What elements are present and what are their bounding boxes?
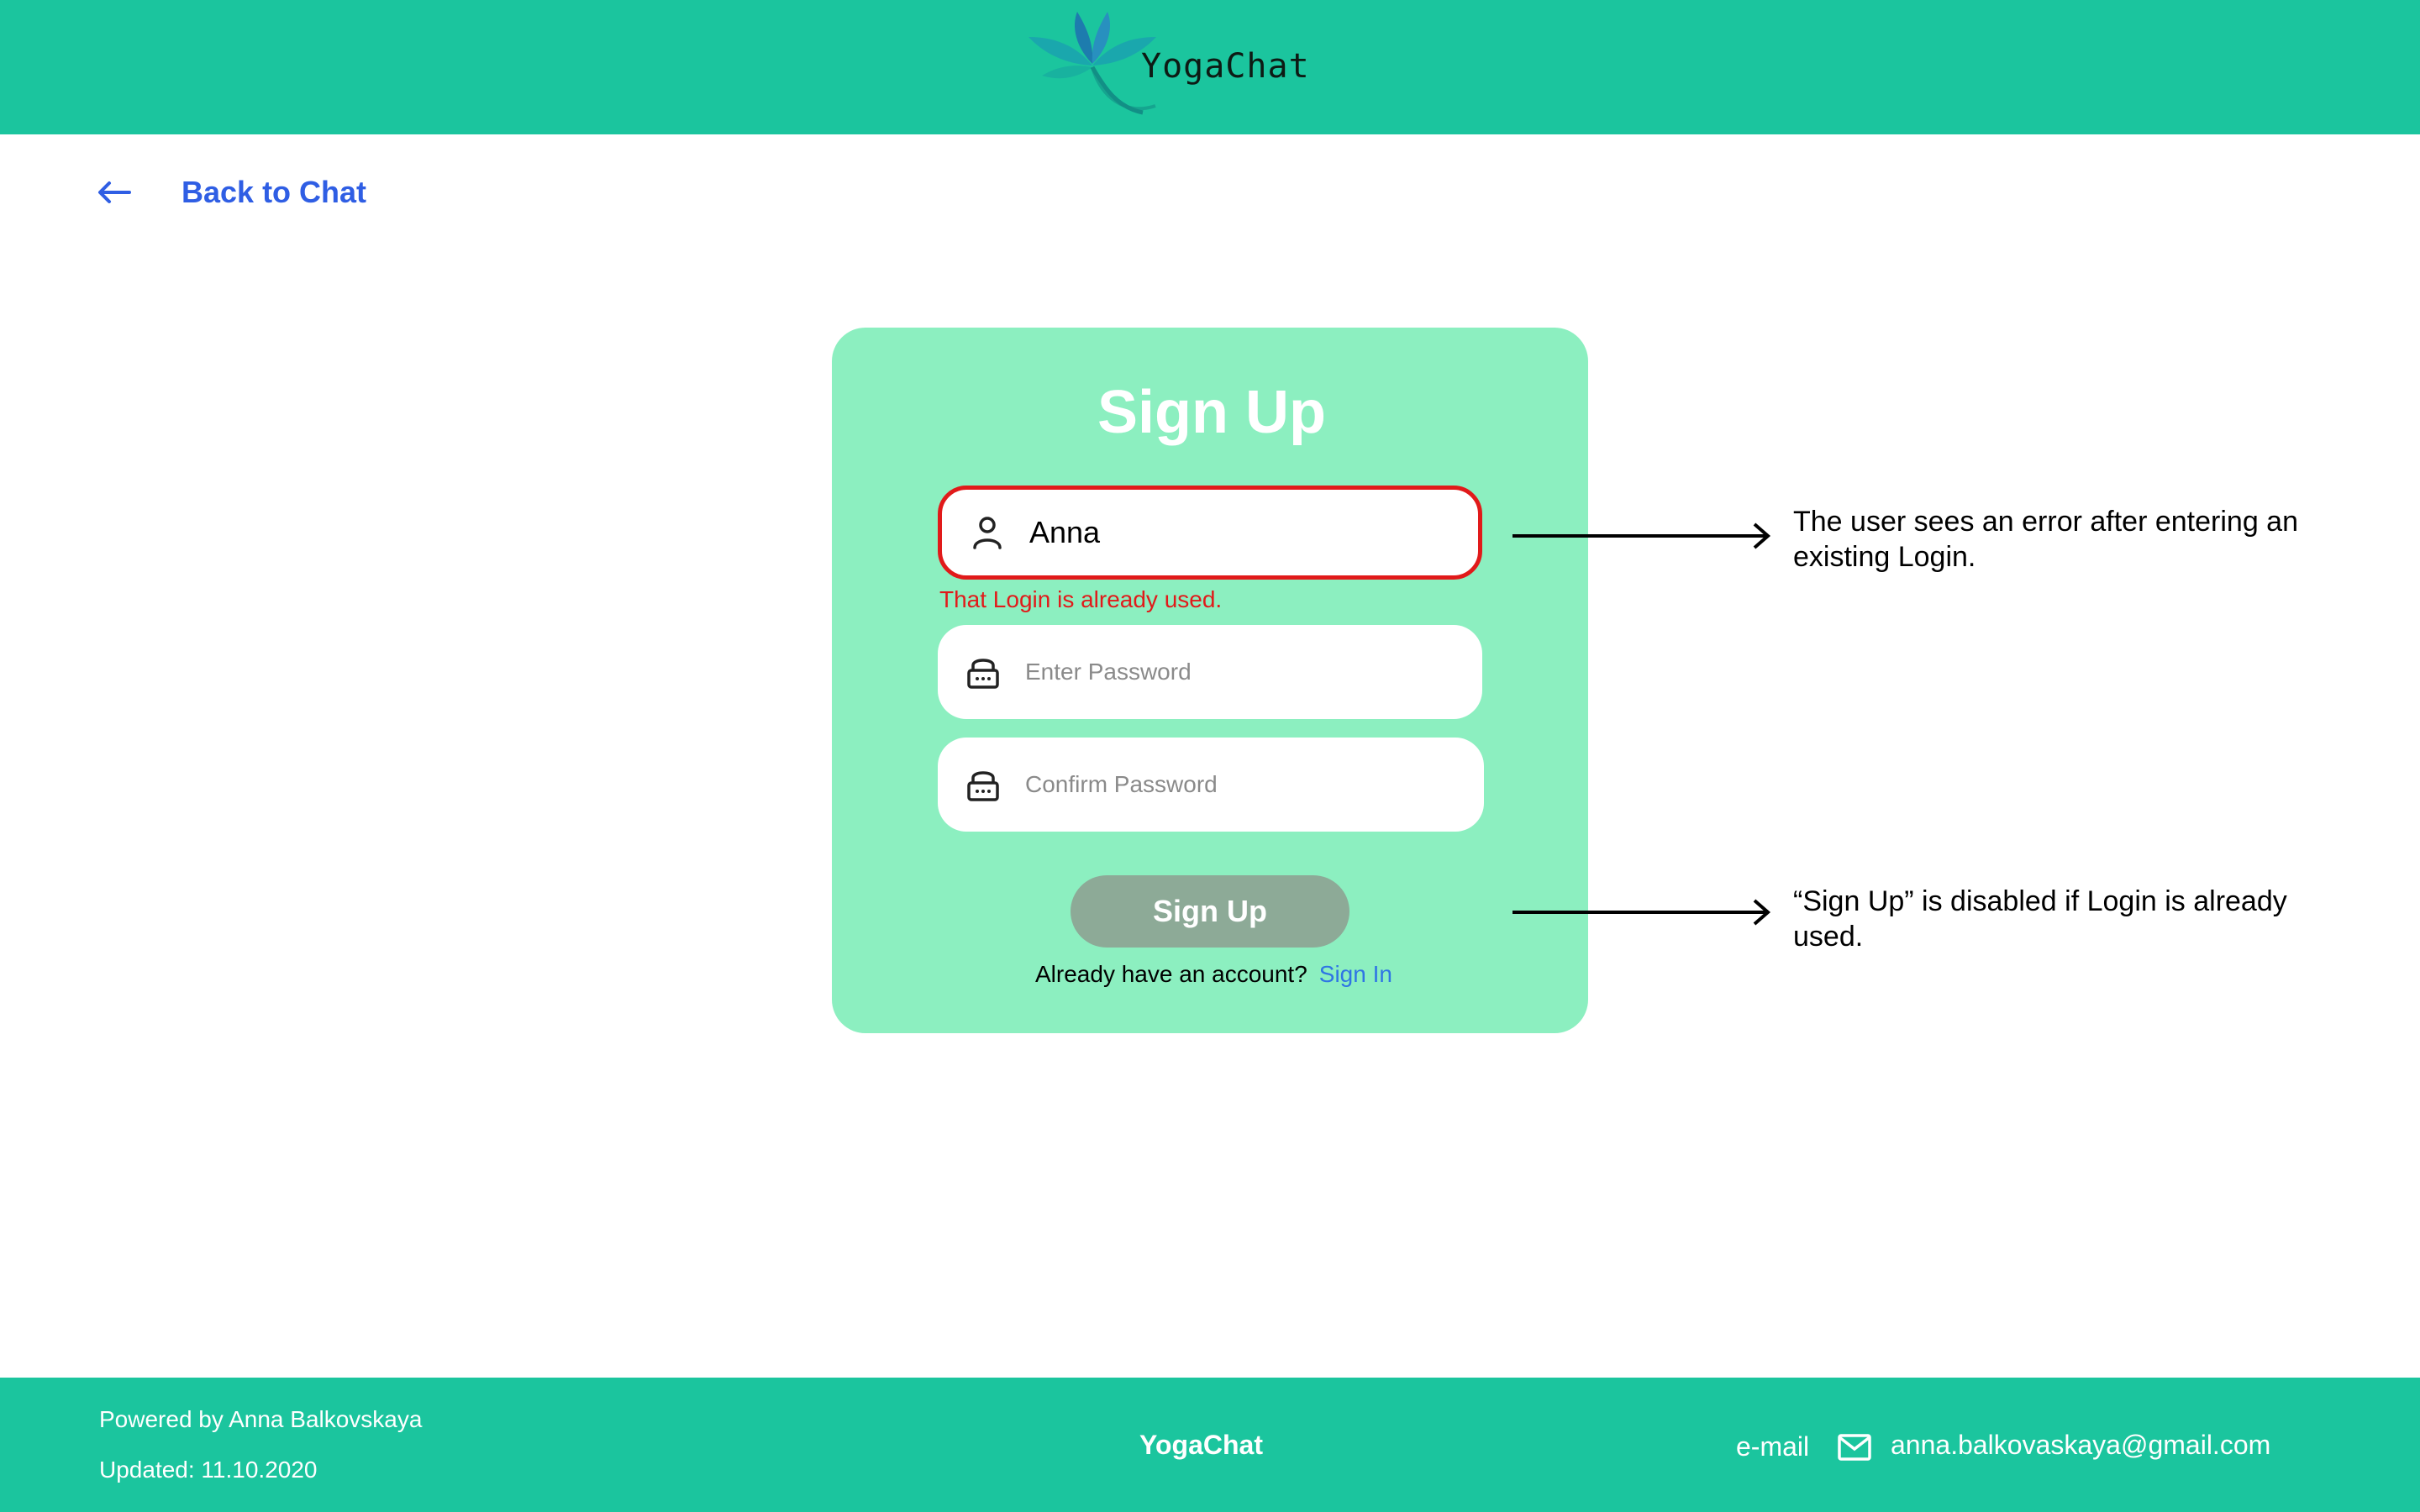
brand-name: YogaChat bbox=[1141, 47, 1310, 86]
arrow-left-icon bbox=[98, 181, 131, 203]
lock-icon bbox=[967, 771, 999, 801]
top-header: YogaChat bbox=[0, 0, 2420, 134]
login-error-message: That Login is already used. bbox=[939, 586, 1223, 612]
annotation-arrow-1 bbox=[1512, 522, 1771, 549]
confirm-password-placeholder: Confirm Password bbox=[1025, 771, 1218, 797]
back-to-chat-link[interactable]: Back to Chat bbox=[97, 175, 366, 210]
page-footer: Powered by Anna Balkovskaya Updated: 11.… bbox=[0, 1378, 2420, 1512]
footer-email-address[interactable]: anna.balkovaskaya@gmail.com bbox=[1891, 1430, 2270, 1461]
password-placeholder: Enter Password bbox=[1025, 659, 1192, 685]
confirm-password-field[interactable]: Confirm Password bbox=[938, 738, 1484, 832]
lock-icon bbox=[967, 659, 999, 689]
login-value: Anna bbox=[1029, 515, 1101, 549]
already-account-text: Already have an account? Sign In bbox=[1035, 961, 1392, 988]
mail-icon bbox=[1838, 1434, 1871, 1461]
login-field[interactable]: Anna bbox=[938, 486, 1482, 580]
annotation-text-2: “Sign Up” is disabled if Login is alread… bbox=[1793, 885, 2287, 953]
user-icon bbox=[973, 517, 1002, 549]
footer-email-label: e-mail bbox=[1736, 1431, 1810, 1462]
footer-updated: Updated: 11.10.2020 bbox=[99, 1457, 318, 1483]
back-to-chat-label: Back to Chat bbox=[182, 175, 367, 209]
signup-button[interactable]: Sign Up bbox=[1071, 875, 1349, 948]
sign-in-link[interactable]: Sign In bbox=[1319, 961, 1392, 987]
footer-brand: YogaChat bbox=[1139, 1430, 1263, 1460]
annotation-text-1: The user sees an error after entering an… bbox=[1793, 506, 2298, 573]
card-title: Sign Up bbox=[1097, 379, 1326, 446]
lotus-icon bbox=[1028, 12, 1156, 115]
password-field[interactable]: Enter Password bbox=[938, 625, 1482, 719]
footer-powered-by: Powered by Anna Balkovskaya bbox=[99, 1406, 423, 1432]
annotation-arrow-2 bbox=[1512, 899, 1771, 926]
already-account-label: Already have an account? bbox=[1035, 961, 1307, 987]
